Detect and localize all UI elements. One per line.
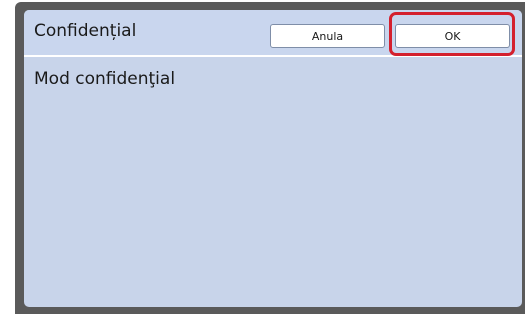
ok-button[interactable]: OK [395,24,510,48]
mode-label: Mod confidenţial [34,69,176,89]
screen-panel: Confidențial Anula OK Mod confidenţial [24,10,522,307]
cancel-button[interactable]: Anula [270,24,385,48]
header-bar: Confidențial Anula OK [24,10,522,57]
page-title: Confidențial [34,21,137,41]
